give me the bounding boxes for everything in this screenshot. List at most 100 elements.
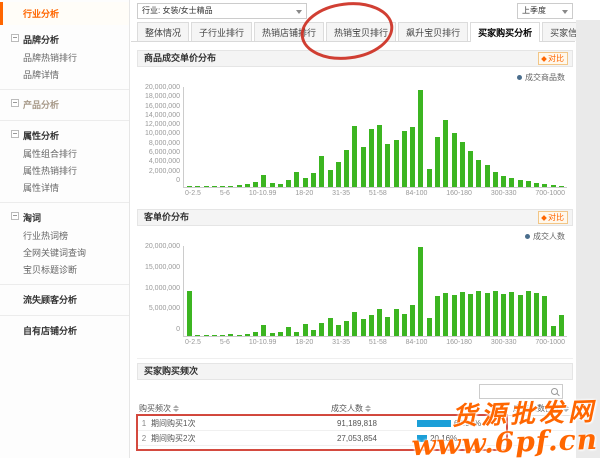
y-tick-label: 2,000,000 <box>149 168 180 175</box>
chart-bar <box>344 150 349 187</box>
period-select[interactable]: 上季度 <box>517 3 573 19</box>
chart-bar <box>204 186 209 187</box>
chart-bar <box>187 291 192 336</box>
x-tick-label: 51-58 <box>369 190 387 197</box>
table-row[interactable]: 1 期间购买1次 91,189,818 67.96% <box>137 416 573 431</box>
sidebar-item[interactable]: 属性组合排行 <box>0 145 129 162</box>
sort-icon <box>563 405 569 412</box>
chart-bar <box>286 180 291 188</box>
table-search <box>479 384 563 399</box>
chart-bar <box>559 315 564 336</box>
expand-icon <box>11 212 19 220</box>
chart-bar <box>385 317 390 336</box>
chart-legend[interactable]: 成交人数 <box>137 231 565 242</box>
tab[interactable]: 买家购买分析 <box>470 22 540 42</box>
legend-dot-icon <box>517 75 522 80</box>
chart-bar <box>476 160 481 187</box>
main-content: 行业: 女装/女士精品 上季度 整体情况子行业排行热销店铺排行热销宝贝排行飙升宝… <box>131 0 575 446</box>
expand-icon <box>11 99 19 107</box>
chart-bar <box>402 131 407 188</box>
chart-bar <box>526 291 531 336</box>
table-row[interactable]: 2 期间购买2次 27,053,854 20.16% <box>137 431 573 446</box>
sidebar-group-title[interactable]: 自有店铺分析 <box>0 321 129 340</box>
section-purchase-frequency: 买家购买频次 购买频次 成交人数 成交人数占比 1 期 <box>137 358 573 446</box>
sidebar-group-title[interactable]: 属性分析 <box>0 126 129 145</box>
sidebar-item-industry-analysis[interactable]: 行业分析 <box>0 2 129 25</box>
industry-select[interactable]: 行业: 女装/女士精品 <box>137 3 307 19</box>
chart-bar <box>452 133 457 187</box>
chart-bar <box>319 156 324 187</box>
percent-bar <box>417 420 451 427</box>
sidebar-item[interactable]: 属性详情 <box>0 179 129 196</box>
chart-bar <box>261 175 266 187</box>
tab[interactable]: 整体情况 <box>137 22 189 41</box>
chart-bar <box>452 295 457 336</box>
compare-button[interactable]: 对比 <box>538 52 568 65</box>
chart-bar <box>501 294 506 336</box>
sidebar-item[interactable]: 宝贝标题诊断 <box>0 261 129 278</box>
chart-bar <box>187 186 192 187</box>
sidebar-item[interactable]: 全网关键词查询 <box>0 244 129 261</box>
compare-button[interactable]: 对比 <box>538 211 568 224</box>
row-value: 27,053,854 <box>291 434 381 443</box>
row-rank: 2 <box>137 434 151 443</box>
x-tick-label: 300-330 <box>491 190 517 197</box>
chart-bar <box>195 186 200 187</box>
y-tick-label: 5,000,000 <box>149 305 180 312</box>
sidebar-item[interactable]: 行业热词榜 <box>0 227 129 244</box>
chevron-down-icon <box>296 10 302 14</box>
section-title: 客单价分布 <box>144 210 189 225</box>
section-title: 商品成交单价分布 <box>144 51 216 66</box>
x-tick-label: 0-2.5 <box>185 190 201 197</box>
tab[interactable]: 热销宝贝排行 <box>326 22 396 41</box>
sidebar-item[interactable]: 品牌详情 <box>0 66 129 83</box>
column-header-buyers[interactable]: 成交人数 <box>291 403 381 414</box>
x-tick-label: 700-1000 <box>535 339 565 346</box>
chart-legend[interactable]: 成交商品数 <box>137 72 565 83</box>
chart-bar <box>270 333 275 336</box>
sidebar-group-title[interactable]: 流失顾客分析 <box>0 290 129 309</box>
chart-bar <box>220 335 225 336</box>
y-tick-label: 0 <box>176 177 180 184</box>
chart-bar <box>294 172 299 188</box>
chart-bar <box>518 295 523 336</box>
chart-bar <box>328 318 333 336</box>
chart-bar <box>394 309 399 336</box>
chart-bar <box>352 312 357 336</box>
tab-bar: 整体情况子行业排行热销店铺排行热销宝贝排行飙升宝贝排行买家购买分析买家信息分析卖… <box>131 23 575 42</box>
tab[interactable]: 飙升宝贝排行 <box>398 22 468 41</box>
y-tick-label: 6,000,000 <box>149 149 180 156</box>
sidebar-group-title[interactable]: 产品分析 <box>0 95 129 114</box>
chart-bar <box>476 291 481 336</box>
chart-bar <box>551 185 556 187</box>
chart-bar <box>311 330 316 336</box>
sidebar-group-title[interactable]: 品牌分析 <box>0 30 129 49</box>
chart-bar <box>427 169 432 187</box>
sidebar-item[interactable]: 属性热销排行 <box>0 162 129 179</box>
column-header-buyers-share[interactable]: 成交人数占比 <box>381 403 573 414</box>
chart-bar <box>286 327 291 336</box>
sidebar-item[interactable]: 品牌热销排行 <box>0 49 129 66</box>
chart-bar <box>509 292 514 336</box>
chart-bar <box>328 170 333 188</box>
sidebar-group-title[interactable]: 淘词 <box>0 208 129 227</box>
search-icon <box>551 388 558 395</box>
table-search-input[interactable] <box>480 389 552 402</box>
chart-bar <box>534 183 539 188</box>
tab[interactable]: 子行业排行 <box>191 22 252 41</box>
column-header-frequency[interactable]: 购买频次 <box>137 403 291 414</box>
chart-bar <box>493 291 498 336</box>
bar-chart-customer-price: 20,000,00015,000,00010,000,0005,000,0000… <box>137 244 573 346</box>
x-tick-label: 84-100 <box>406 190 428 197</box>
tab[interactable]: 热销店铺排行 <box>254 22 324 41</box>
sidebar-menu: 品牌分析品牌热销排行品牌详情产品分析属性分析属性组合排行属性热销排行属性详情淘词… <box>0 25 129 346</box>
chart-bar <box>485 293 490 336</box>
sort-icon <box>365 405 371 412</box>
chart-bar <box>493 172 498 187</box>
sort-icon <box>173 405 179 412</box>
chart-bar <box>402 314 407 337</box>
chart-bar <box>542 296 547 336</box>
chart-bar <box>336 162 341 187</box>
y-tick-label: 15,000,000 <box>145 264 180 271</box>
chart-bar <box>485 165 490 188</box>
